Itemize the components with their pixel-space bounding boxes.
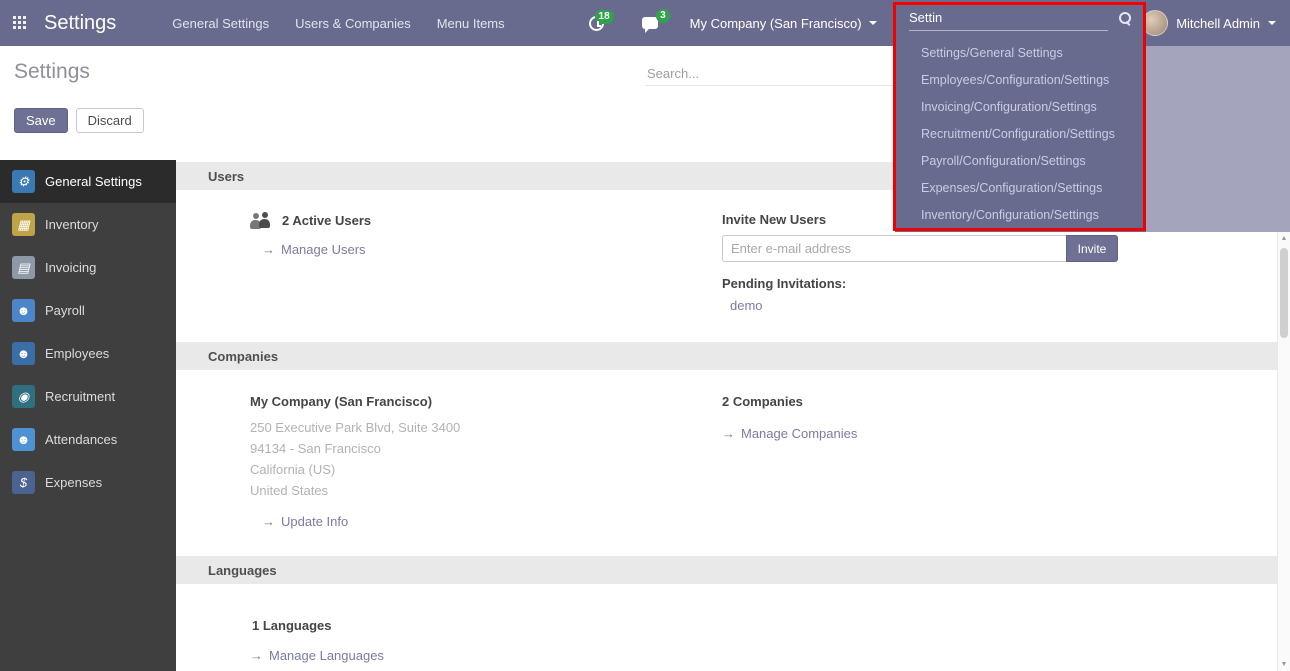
arrow-right-icon: → bbox=[250, 648, 263, 663]
sidebar-item-attendances[interactable]: ☻ Attendances bbox=[0, 418, 176, 461]
menu-item-general-settings[interactable]: General Settings bbox=[172, 16, 269, 31]
navbar-menu: General Settings Users & Companies Menu … bbox=[172, 16, 504, 31]
scroll-down-icon[interactable]: ▼ bbox=[1278, 661, 1290, 668]
menu-search-result[interactable]: Expenses/Configuration/Settings bbox=[895, 175, 1146, 202]
scrollbar-thumb[interactable] bbox=[1280, 248, 1288, 338]
employees-group-icon: ☻ bbox=[12, 342, 35, 365]
menu-item-menu-items[interactable]: Menu Items bbox=[437, 16, 505, 31]
manage-languages-link[interactable]: → Manage Languages bbox=[250, 648, 384, 663]
manage-companies-link[interactable]: → Manage Companies bbox=[722, 426, 857, 441]
languages-section: 1 Languages → Manage Languages bbox=[176, 584, 1277, 665]
apps-grid-icon[interactable] bbox=[12, 15, 28, 31]
menu-item-users-companies[interactable]: Users & Companies bbox=[295, 16, 411, 31]
invite-button[interactable]: Invite bbox=[1066, 235, 1118, 262]
settings-sidebar: ⚙ General Settings ▦ Inventory ▤ Invoici… bbox=[0, 160, 176, 671]
search-icon[interactable] bbox=[1118, 11, 1132, 27]
update-info-link[interactable]: → Update Info bbox=[262, 514, 348, 529]
vertical-scrollbar[interactable]: ▲ ▼ bbox=[1277, 232, 1290, 671]
sidebar-item-general-settings[interactable]: ⚙ General Settings bbox=[0, 160, 176, 203]
pending-invitation-demo-link[interactable]: demo bbox=[730, 298, 763, 313]
page-title: Settings bbox=[14, 60, 90, 84]
sidebar-item-invoicing[interactable]: ▤ Invoicing bbox=[0, 246, 176, 289]
section-header-companies: Companies bbox=[176, 342, 1277, 370]
avatar bbox=[1142, 10, 1168, 36]
dimmed-overlay-panel bbox=[1146, 46, 1290, 232]
menu-search-result[interactable]: Employees/Configuration/Settings bbox=[895, 67, 1146, 94]
discard-button[interactable]: Discard bbox=[76, 108, 144, 133]
menu-search-result[interactable]: Recruitment/Configuration/Settings bbox=[895, 121, 1146, 148]
scroll-up-icon[interactable]: ▲ bbox=[1278, 235, 1290, 242]
menu-search-results: Settings/General Settings Employees/Conf… bbox=[895, 40, 1146, 229]
companies-section: My Company (San Francisco) 250 Executive… bbox=[176, 370, 1277, 556]
menu-search-result[interactable]: Inventory/Configuration/Settings bbox=[895, 202, 1146, 229]
company-selector-label: My Company (San Francisco) bbox=[690, 16, 862, 31]
odoo-settings-app: Settings General Settings Users & Compan… bbox=[0, 0, 1290, 671]
menu-search-dropdown: Settin Settings/General Settings Employe… bbox=[895, 0, 1146, 232]
address-line: California (US) bbox=[250, 459, 722, 480]
sidebar-item-recruitment[interactable]: ◉ Recruitment bbox=[0, 375, 176, 418]
sidebar-item-payroll[interactable]: ☻ Payroll bbox=[0, 289, 176, 332]
navbar-app-title[interactable]: Settings bbox=[44, 12, 116, 35]
messages-bubble-icon[interactable]: 3 bbox=[642, 17, 658, 29]
boxes-icon: ▦ bbox=[12, 213, 35, 236]
address-line: 250 Executive Park Blvd, Suite 3400 bbox=[250, 417, 722, 438]
manage-users-link[interactable]: → Manage Users bbox=[262, 242, 366, 257]
form-buttons: Save Discard bbox=[14, 108, 144, 133]
company-name: My Company (San Francisco) bbox=[250, 394, 722, 409]
active-users-count: 2 Active Users bbox=[282, 213, 371, 228]
menu-search-result[interactable]: Settings/General Settings bbox=[895, 40, 1146, 67]
caret-down-icon bbox=[1268, 21, 1276, 29]
sidebar-item-employees[interactable]: ☻ Employees bbox=[0, 332, 176, 375]
menu-search-input[interactable]: Settin bbox=[895, 0, 1146, 31]
arrow-right-icon: → bbox=[262, 242, 275, 257]
menu-search-result[interactable]: Payroll/Configuration/Settings bbox=[895, 148, 1146, 175]
sidebar-item-expenses[interactable]: $ Expenses bbox=[0, 461, 176, 504]
payroll-person-icon: ☻ bbox=[12, 299, 35, 322]
languages-count: 1 Languages bbox=[252, 618, 1277, 633]
menu-search-result[interactable]: Invoicing/Configuration/Settings bbox=[895, 94, 1146, 121]
pending-invitations-label: Pending Invitations: bbox=[722, 276, 1277, 291]
invite-email-input[interactable] bbox=[722, 235, 1067, 262]
address-line: 94134 - San Francisco bbox=[250, 438, 722, 459]
user-menu[interactable]: Mitchell Admin bbox=[1142, 0, 1276, 46]
address-line: United States bbox=[250, 480, 722, 501]
user-name: Mitchell Admin bbox=[1176, 16, 1260, 31]
arrow-right-icon: → bbox=[262, 514, 275, 529]
document-icon: ▤ bbox=[12, 256, 35, 279]
activities-badge: 18 bbox=[595, 10, 614, 24]
save-button[interactable]: Save bbox=[14, 108, 68, 133]
company-address: 250 Executive Park Blvd, Suite 3400 9413… bbox=[250, 417, 722, 501]
arrow-right-icon: → bbox=[722, 426, 735, 441]
activities-clock-icon[interactable]: 18 bbox=[589, 16, 604, 31]
messages-badge: 3 bbox=[656, 9, 670, 23]
companies-count: 2 Companies bbox=[722, 394, 1277, 409]
sidebar-item-inventory[interactable]: ▦ Inventory bbox=[0, 203, 176, 246]
caret-down-icon bbox=[869, 21, 877, 29]
attendance-person-icon: ☻ bbox=[12, 428, 35, 451]
menu-search-query[interactable]: Settin bbox=[909, 10, 1108, 31]
settings-content: Users 2 Active Users → Manage Users Invi… bbox=[176, 160, 1277, 671]
expense-person-icon: $ bbox=[12, 471, 35, 494]
company-selector[interactable]: My Company (San Francisco) bbox=[690, 16, 877, 31]
magnifier-icon: ◉ bbox=[12, 385, 35, 408]
users-group-icon bbox=[250, 212, 274, 229]
section-header-languages: Languages bbox=[176, 556, 1277, 584]
gear-icon: ⚙ bbox=[12, 170, 35, 193]
